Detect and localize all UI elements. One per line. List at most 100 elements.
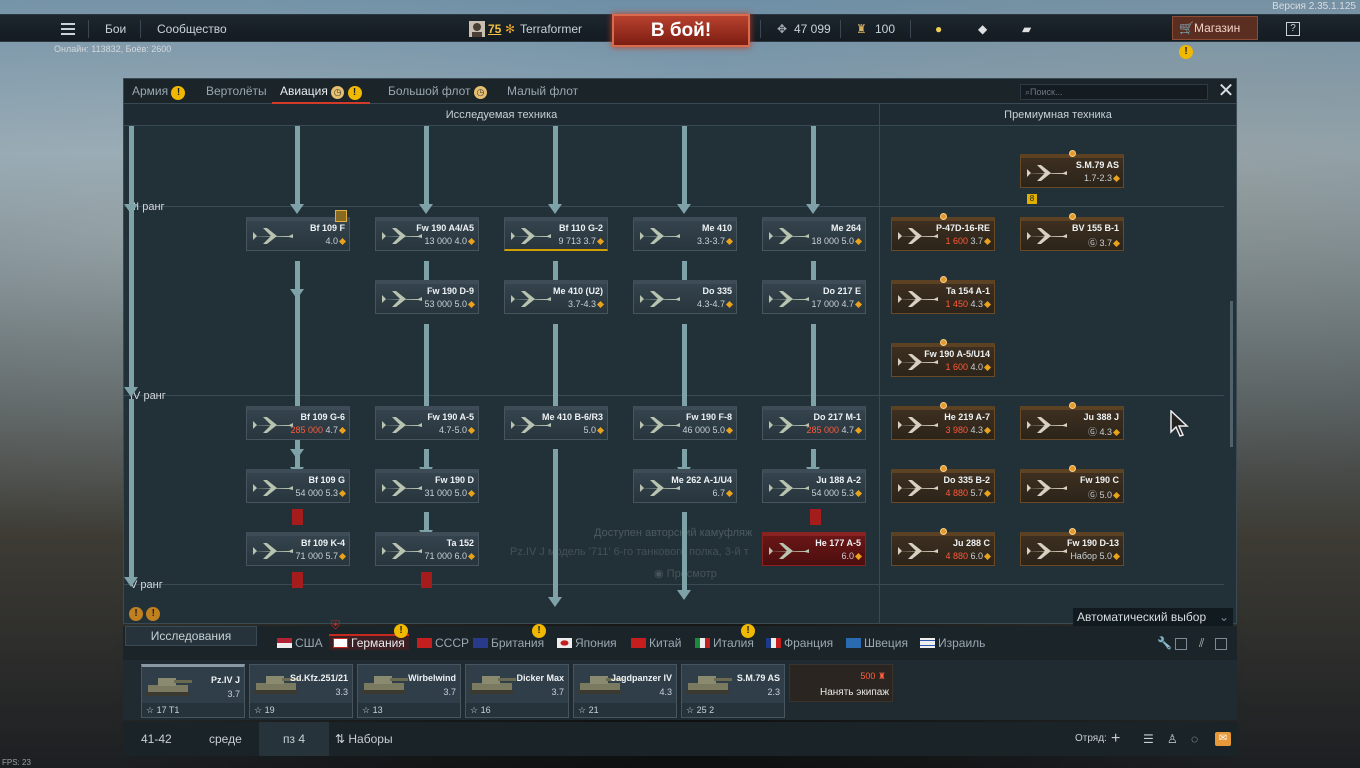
presets-button[interactable]: ⇅ Наборы xyxy=(335,722,393,756)
ticket-icon[interactable]: ▰ xyxy=(1022,15,1031,43)
tab-army[interactable]: Армия ! xyxy=(132,79,186,104)
alert-icon: ! xyxy=(532,624,546,638)
research-points: 285 000 xyxy=(290,425,326,435)
menu-icon[interactable] xyxy=(60,15,76,43)
aircraft-icon xyxy=(378,288,422,310)
close-button[interactable]: ✕ xyxy=(1216,81,1236,101)
add-icon[interactable]: + xyxy=(1111,722,1120,756)
tab-aviation[interactable]: Авиация ◷ ! xyxy=(272,79,370,104)
vehicle-card[interactable]: P-47D-16-RE 1 600 3.7 xyxy=(891,213,995,251)
search-input[interactable]: ⌕Поиск... xyxy=(1020,84,1208,100)
battle-rating: 4.7 xyxy=(841,299,854,309)
crew-slot[interactable]: Dicker Max 3.7 ☆ 16 xyxy=(465,664,569,718)
avatar[interactable] xyxy=(468,15,486,43)
crew-slot[interactable]: S.M.79 AS 2.3 ☆ 25 2 xyxy=(681,664,785,718)
aircraft-icon xyxy=(765,477,809,499)
vehicle-card[interactable]: Fw 190 D-9 53 000 5.0 xyxy=(375,280,479,314)
vehicle-card[interactable]: Bf 109 G 54 000 5.3 xyxy=(246,469,350,503)
wrench-icon[interactable]: 🔧 xyxy=(1157,636,1172,650)
vehicle-name: Bf 109 G-6 xyxy=(300,412,345,422)
help-button[interactable]: ? xyxy=(1286,15,1300,43)
chat-icon[interactable]: ◌ xyxy=(1191,722,1198,756)
premium-marker-icon xyxy=(1069,402,1076,409)
list-icon[interactable]: ☰ xyxy=(1143,722,1154,756)
vehicle-card[interactable]: Fw 190 C Ⓖ 5.0 xyxy=(1020,465,1124,503)
vehicle-info: 71 000 5.7 xyxy=(295,551,347,561)
vehicle-card[interactable]: Me 410 B-6/R3 5.0 xyxy=(504,406,608,440)
crew-slot[interactable]: Wirbelwind 3.7 ☆ 13 xyxy=(357,664,461,718)
vehicle-name: He 177 A-5 xyxy=(815,538,861,548)
vehicle-card[interactable]: Fw 190 A4/A5 13 000 4.0 xyxy=(375,217,479,251)
nation-britain[interactable]: Британия xyxy=(473,636,544,650)
footer-preset-3[interactable]: пз 4 xyxy=(259,722,329,756)
battle-rating: 5.0 xyxy=(583,425,596,435)
vehicle-card[interactable]: Bf 109 F 4.0 xyxy=(246,217,350,251)
research-points: 71 000 xyxy=(295,551,326,561)
research-button[interactable]: Исследования xyxy=(125,626,257,646)
vehicle-card[interactable]: Ta 152 71 000 6.0 xyxy=(375,532,479,566)
vehicle-card[interactable]: Ju 188 A-2 54 000 5.3 xyxy=(762,469,866,503)
vehicle-card[interactable]: Ta 154 A-1 1 450 4.3 xyxy=(891,276,995,314)
vehicle-card[interactable]: Fw 190 A-5/U14 1 600 4.0 xyxy=(891,339,995,377)
research-points: 285 000 xyxy=(806,425,842,435)
crew-slot[interactable]: Pz.IV J 3.7 ☆ 17 T1 xyxy=(141,664,245,718)
vehicle-card[interactable]: Me 264 18 000 5.0 xyxy=(762,217,866,251)
community-menu[interactable]: Сообщество xyxy=(157,15,227,43)
vehicle-card[interactable]: Fw 190 A-5 4.7-5.0 xyxy=(375,406,479,440)
nation-italy[interactable]: Италия xyxy=(695,636,754,650)
tab-helicopters[interactable]: Вертолёты xyxy=(206,79,267,104)
footer-preset-2[interactable]: среде xyxy=(209,722,242,756)
nation-ussr[interactable]: СССР xyxy=(417,636,469,650)
shop-label: Магазин xyxy=(1193,21,1241,35)
vehicle-card[interactable]: Bf 109 K-4 71 000 5.7 xyxy=(246,532,350,566)
vehicle-card[interactable]: BV 155 B-1 Ⓖ 3.7 xyxy=(1020,213,1124,251)
vehicle-card[interactable]: Bf 109 G-6 285 000 4.7 xyxy=(246,406,350,440)
contacts-icon[interactable]: ♙ xyxy=(1167,722,1178,756)
shop-button[interactable]: 🛒Магазин ! xyxy=(1172,16,1258,59)
vehicle-card[interactable]: He 219 A-7 3 980 4.3 xyxy=(891,402,995,440)
flag-icon xyxy=(920,638,935,648)
vehicle-card[interactable]: Ju 288 C 4 880 6.0 xyxy=(891,528,995,566)
footer-preset-1[interactable]: 41-42 xyxy=(141,722,172,756)
vehicle-card[interactable]: Do 217 E 17 000 4.7 xyxy=(762,280,866,314)
research-points: 1 450 xyxy=(945,299,971,309)
vehicle-card[interactable]: Do 335 B-2 4 880 5.7 xyxy=(891,465,995,503)
nation-france[interactable]: Франция xyxy=(766,636,833,650)
vehicle-card[interactable]: S.M.79 AS 1.7-2.3 8 xyxy=(1020,150,1124,204)
vehicle-card[interactable]: Do 335 4.3-4.7 xyxy=(633,280,737,314)
vehicle-card[interactable]: Fw 190 D-13 Набор 5.0 xyxy=(1020,528,1124,566)
vehicle-card[interactable]: Do 217 M-1 285 000 4.7 xyxy=(762,406,866,440)
checkbox[interactable] xyxy=(1215,638,1227,650)
battles-menu[interactable]: Бои xyxy=(105,15,126,43)
scrollbar[interactable] xyxy=(1230,301,1233,447)
vehicle-info: 3.3-3.7 xyxy=(697,236,734,246)
crew-slot[interactable]: Sd.Kfz.251/21 3.3 ☆ 19 xyxy=(249,664,353,718)
player-name[interactable]: Terraformer xyxy=(520,15,582,43)
vehicle-card[interactable]: Me 410 3.3-3.7 xyxy=(633,217,737,251)
vehicle-card[interactable]: He 177 A-5 6.0 xyxy=(762,532,866,566)
rating-diamond-icon xyxy=(596,237,605,246)
checkbox[interactable] xyxy=(1175,638,1187,650)
vehicle-card[interactable]: Me 410 (U2) 3.7-4.3 xyxy=(504,280,608,314)
vehicle-card[interactable]: Fw 190 F-8 46 000 5.0 xyxy=(633,406,737,440)
tab-coastal-fleet[interactable]: Малый флот xyxy=(507,79,578,104)
nation-japan[interactable]: Япония xyxy=(557,636,617,650)
lightbulb-icon[interactable]: ● xyxy=(935,15,942,43)
vehicle-card[interactable]: Ju 388 J Ⓖ 4.3 xyxy=(1020,402,1124,440)
nation-china[interactable]: Китай xyxy=(631,636,681,650)
filter-icon[interactable]: ⫽ xyxy=(1199,636,1204,651)
vehicle-card[interactable]: Me 262 A-1/U4 6.7 xyxy=(633,469,737,503)
mail-icon[interactable]: ✉ xyxy=(1215,732,1231,746)
hire-crew-button[interactable]: 500 ♜ Нанять экипаж xyxy=(789,664,893,702)
auto-select-dropdown[interactable]: Автоматический выбор ⌄ xyxy=(1073,608,1233,626)
decal-icon[interactable]: ◆ xyxy=(978,15,987,43)
nation-israel[interactable]: Израиль xyxy=(920,636,985,650)
nation-sweden[interactable]: Швеция xyxy=(846,636,908,650)
battle-button[interactable]: В бой! xyxy=(612,14,750,47)
tab-bluewater-fleet[interactable]: Большой флот ◷ xyxy=(388,79,487,104)
vehicle-name: S.M.79 AS xyxy=(1075,160,1119,170)
vehicle-card[interactable]: Fw 190 D 31 000 5.0 xyxy=(375,469,479,503)
crew-slot[interactable]: Jagdpanzer IV 4.3 ☆ 21 xyxy=(573,664,677,718)
vehicle-card[interactable]: Bf 110 G-2 9 713 3.7 xyxy=(504,217,608,251)
nation-usa[interactable]: США xyxy=(277,636,323,650)
